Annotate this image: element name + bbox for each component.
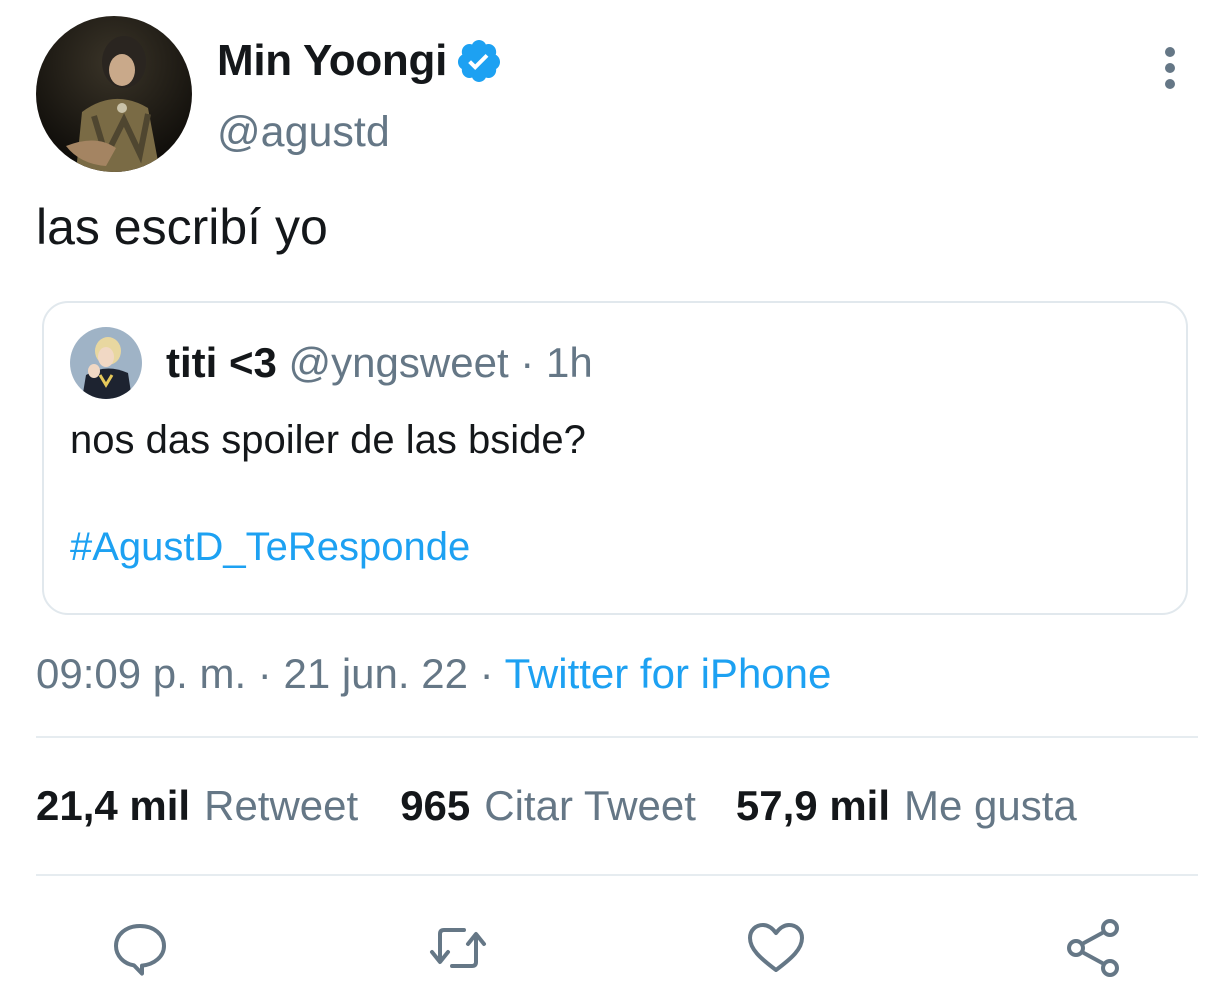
retweet-label: Retweet: [204, 782, 359, 829]
like-icon: [748, 923, 804, 972]
tweet-stats: 21,4 mil Retweet 965 Citar Tweet 57,9 mi…: [36, 782, 1077, 830]
author-display-name[interactable]: Min Yoongi: [217, 36, 447, 86]
retweet-count: 21,4 mil: [36, 782, 191, 829]
quoted-handle: @yngsweet: [288, 339, 509, 386]
like-stat[interactable]: 57,9 mil Me gusta: [736, 782, 1077, 830]
quoted-tweet-text: nos das spoiler de las bside?: [70, 418, 586, 462]
quote-tweet-stat[interactable]: 965 Citar Tweet: [400, 782, 696, 830]
like-label: Me gusta: [904, 782, 1077, 829]
like-count: 57,9 mil: [735, 782, 891, 829]
author-avatar-image: [36, 16, 192, 172]
retweet-button[interactable]: [426, 916, 490, 980]
author-avatar[interactable]: [36, 16, 192, 172]
quoted-tweet-header: titi <3 @yngsweet · 1h: [166, 339, 593, 387]
quote-tweet-label: Citar Tweet: [484, 782, 696, 829]
quoted-separator: ·: [520, 339, 535, 386]
more-options-icon[interactable]: [1150, 44, 1190, 94]
divider-top: [36, 736, 1198, 738]
share-button[interactable]: [1062, 916, 1126, 980]
tweet-meta: 09:09 p. m. · 21 jun. 22 · Twitter for i…: [36, 650, 831, 698]
meta-separator-2: ·: [479, 650, 494, 697]
retweet-stat[interactable]: 21,4 mil Retweet: [36, 782, 358, 830]
reply-icon: [114, 924, 166, 976]
quote-tweet-count: 965: [400, 782, 471, 829]
quoted-author-avatar-image: [70, 327, 142, 399]
tweet-source-link[interactable]: Twitter for iPhone: [505, 650, 832, 697]
divider-bottom: [36, 874, 1198, 876]
author-handle[interactable]: @agustd: [217, 108, 390, 157]
author-name-row: Min Yoongi: [217, 36, 503, 86]
retweet-icon: [430, 928, 486, 968]
reply-button[interactable]: [108, 916, 172, 980]
meta-separator-1: ·: [257, 650, 272, 697]
quoted-display-name: titi <3: [166, 339, 277, 386]
share-icon: [1067, 919, 1119, 977]
quoted-hashtag-link[interactable]: #AgustD_TeResponde: [70, 525, 470, 570]
tweet-action-bar: [0, 916, 1227, 980]
tweet-detail-page: Min Yoongi @agustd las escribí yo titi <…: [0, 0, 1227, 1000]
tweet-time[interactable]: 09:09 p. m.: [36, 650, 246, 697]
verified-badge-icon: [457, 40, 500, 82]
like-button[interactable]: [744, 916, 808, 980]
tweet-text: las escribí yo: [36, 199, 328, 255]
quoted-time: 1h: [545, 339, 593, 386]
quoted-author-avatar: [70, 327, 142, 399]
quoted-tweet-card[interactable]: titi <3 @yngsweet · 1h nos das spoiler d…: [42, 301, 1188, 615]
tweet-date[interactable]: 21 jun. 22: [283, 650, 468, 697]
